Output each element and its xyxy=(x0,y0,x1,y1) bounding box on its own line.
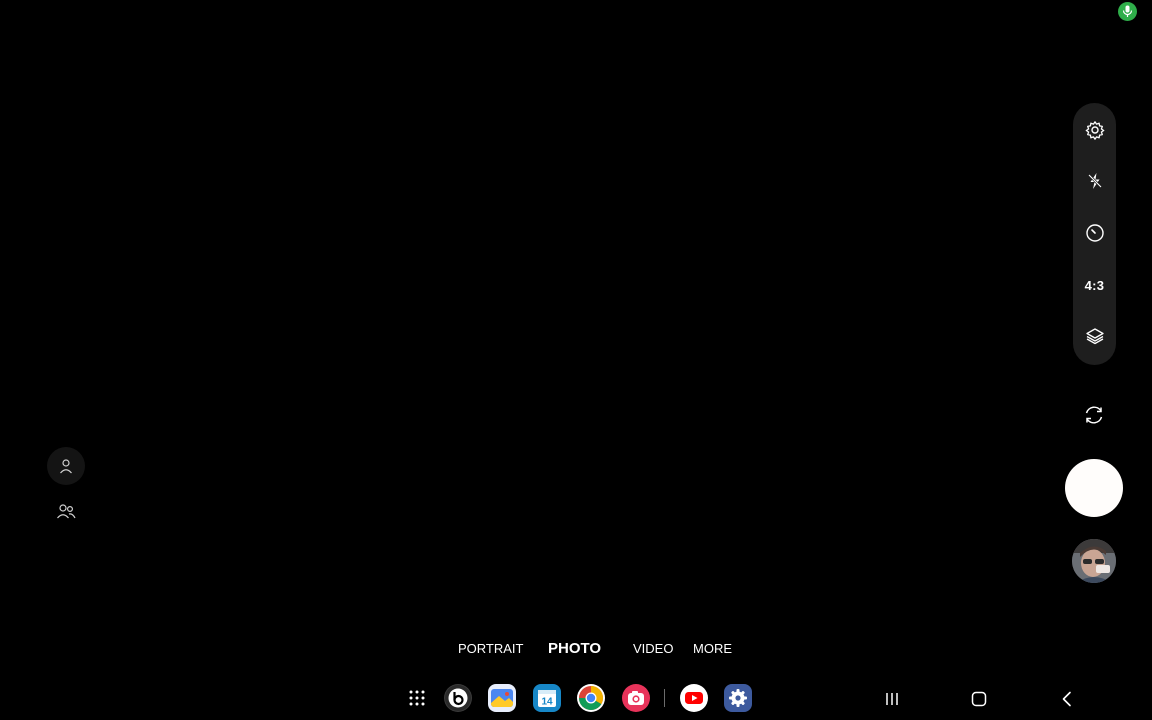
recents-icon xyxy=(886,693,898,705)
timer-icon xyxy=(1085,224,1104,242)
group-shot-button[interactable] xyxy=(47,492,85,530)
camera-settings-button[interactable] xyxy=(1073,112,1116,148)
camera-app[interactable] xyxy=(622,684,650,712)
calendar-icon: 14 xyxy=(538,690,556,708)
aspect-ratio-label: 4:3 xyxy=(1084,277,1105,293)
beats-icon xyxy=(445,685,471,711)
recent-photo-thumbnail xyxy=(1072,539,1116,583)
youtube-icon xyxy=(685,692,703,704)
taskbar-divider xyxy=(664,689,665,707)
settings-app[interactable] xyxy=(724,684,752,712)
app-drawer-icon xyxy=(409,690,425,706)
calendar-app[interactable]: 14 xyxy=(533,684,561,712)
single-take-button[interactable] xyxy=(47,447,85,485)
switch-camera-button[interactable] xyxy=(1076,397,1112,433)
aspect-ratio-button[interactable]: 4:3 xyxy=(1073,267,1116,303)
calendar-day-label: 14 xyxy=(541,697,553,708)
layers-icon xyxy=(1085,328,1104,345)
gear-icon xyxy=(1085,121,1104,140)
person-icon xyxy=(60,459,72,474)
gallery-app[interactable] xyxy=(488,684,516,712)
flash-off-icon xyxy=(1087,173,1102,189)
back-icon xyxy=(1062,691,1071,707)
home-icon xyxy=(971,691,987,707)
chrome-app[interactable] xyxy=(577,684,605,712)
chrome-icon xyxy=(579,686,603,711)
quick-settings-bar: 4:3 xyxy=(1073,103,1116,365)
microphone-in-use-indicator xyxy=(1118,2,1137,21)
flash-button[interactable] xyxy=(1073,163,1116,199)
recents-button[interactable] xyxy=(879,686,905,712)
timer-button[interactable] xyxy=(1073,215,1116,251)
mode-more[interactable]: MORE xyxy=(693,639,732,659)
youtube-app[interactable] xyxy=(680,684,708,712)
microphone-icon xyxy=(1122,5,1133,17)
home-button[interactable] xyxy=(966,686,992,712)
app-drawer-button[interactable] xyxy=(403,684,431,712)
mode-portrait[interactable]: PORTRAIT xyxy=(458,639,524,659)
settings-icon xyxy=(729,689,747,707)
rotate-camera-icon xyxy=(1085,406,1103,424)
mode-photo[interactable]: PHOTO xyxy=(548,639,601,659)
gallery-thumbnail[interactable] xyxy=(1072,539,1116,583)
back-button[interactable] xyxy=(1054,686,1080,712)
gallery-icon xyxy=(491,689,513,707)
mode-video[interactable]: VIDEO xyxy=(633,639,673,659)
people-icon xyxy=(57,504,76,519)
camera-icon xyxy=(628,691,644,705)
filters-button[interactable] xyxy=(1073,318,1116,354)
beats-app[interactable] xyxy=(444,684,472,712)
shutter-button[interactable] xyxy=(1065,459,1123,517)
